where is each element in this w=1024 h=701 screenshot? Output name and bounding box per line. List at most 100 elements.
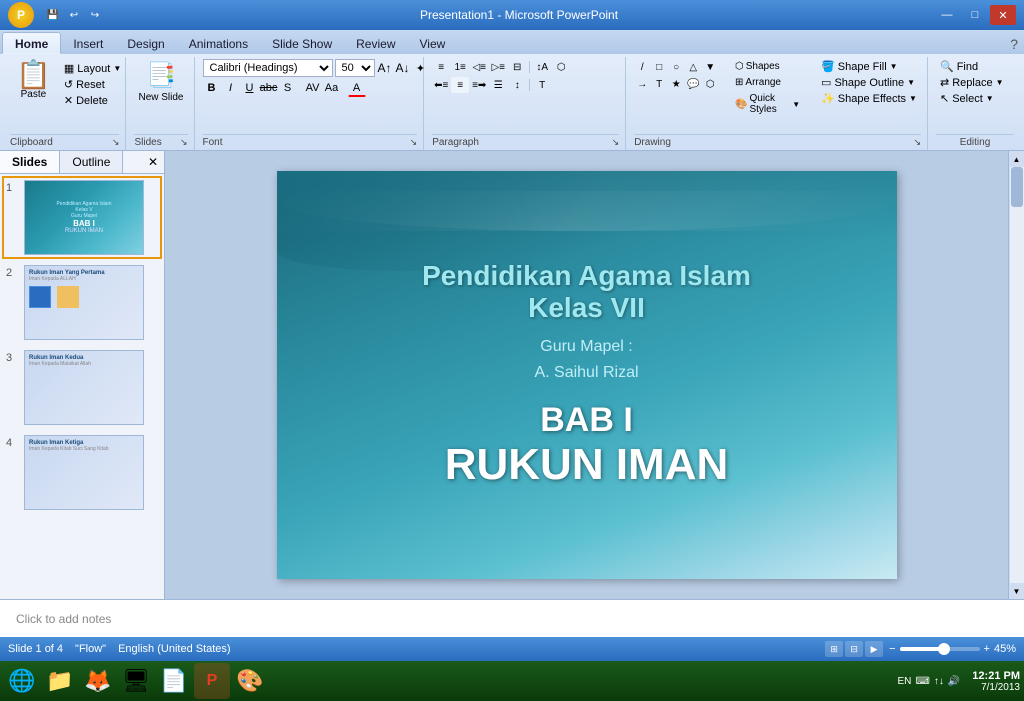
reset-button[interactable]: ↺ Reset [60, 77, 125, 92]
underline-button[interactable]: U [241, 79, 259, 97]
text-direction-button[interactable]: ↕A [533, 59, 551, 75]
shape-callout[interactable]: 💬 [685, 76, 701, 92]
convert-smartart-button[interactable]: ⬡ [552, 59, 570, 75]
tab-outline[interactable]: Outline [60, 151, 123, 173]
slide-thumb-3[interactable]: 3 Rukun Iman Kedua Iman Kepada Malaikat … [4, 348, 160, 427]
tab-slideshow[interactable]: Slide Show [260, 32, 344, 54]
change-case-button[interactable]: Aa [323, 79, 341, 97]
slide-bab[interactable]: BAB I [540, 401, 633, 440]
text-shadow-para-button[interactable]: T [533, 77, 551, 93]
shadow-button[interactable]: S [279, 79, 297, 97]
delete-button[interactable]: ✕ Delete [60, 93, 125, 108]
slide-title2[interactable]: Kelas VII [528, 292, 645, 324]
slide-thumb-2[interactable]: 2 Rukun Iman Yang Pertama Iman Kepada AL… [4, 263, 160, 342]
italic-button[interactable]: I [222, 79, 240, 97]
shape-circle[interactable]: ○ [668, 59, 684, 75]
font-color-button[interactable]: A [348, 79, 366, 97]
scroll-up-button[interactable]: ▲ [1010, 151, 1024, 167]
decrease-indent-button[interactable]: ◁≡ [470, 59, 488, 75]
slide-canvas[interactable]: Pendidikan Agama Islam Kelas VII Guru Ma… [277, 171, 897, 579]
shape-rect[interactable]: □ [651, 59, 667, 75]
char-spacing-button[interactable]: AV [304, 79, 322, 97]
taskbar-powerpoint-icon[interactable]: P [194, 663, 230, 699]
close-button[interactable]: ✕ [990, 5, 1016, 25]
slide-info[interactable]: Guru Mapel : A. Saihul Rizal [534, 334, 638, 385]
notes-area[interactable]: Click to add notes [0, 599, 1024, 637]
paste-button[interactable]: 📋 Paste [10, 59, 57, 102]
align-right-button[interactable]: ≡➡ [470, 77, 488, 93]
tab-review[interactable]: Review [344, 32, 407, 54]
tab-design[interactable]: Design [115, 32, 176, 54]
tab-animations[interactable]: Animations [177, 32, 260, 54]
drawing-expand[interactable]: ↘ [913, 137, 921, 148]
clipboard-expand[interactable]: ↘ [112, 137, 120, 148]
slides-expand[interactable]: ↘ [180, 137, 188, 148]
select-button[interactable]: ↖ Select ▼ [936, 91, 1008, 106]
shape-more[interactable]: ▼ [702, 59, 718, 75]
minimize-button[interactable]: — [934, 5, 960, 25]
taskbar-word-icon[interactable]: 📄 [156, 663, 192, 699]
slide-title1[interactable]: Pendidikan Agama Islam [422, 260, 751, 292]
taskbar-firefox-icon[interactable]: 🦊 [80, 663, 116, 699]
numbered-list-button[interactable]: 1≡ [451, 59, 469, 75]
font-name-select[interactable]: Calibri (Headings) [203, 59, 333, 77]
justify-button[interactable]: ☰ [489, 77, 507, 93]
tab-slides[interactable]: Slides [0, 151, 60, 173]
maximize-button[interactable]: □ [962, 5, 988, 25]
shape-more2[interactable]: ⬡ [702, 76, 718, 92]
scroll-track[interactable] [1010, 167, 1024, 583]
taskbar-explorer-icon[interactable]: 📁 [42, 663, 78, 699]
slideshow-button[interactable]: ▶ [865, 641, 883, 657]
tab-view[interactable]: View [408, 32, 458, 54]
shape-arrow[interactable]: → [634, 76, 650, 92]
arrange-button[interactable]: ⊞ Arrange [731, 75, 804, 90]
zoom-out-button[interactable]: − [889, 643, 895, 655]
scroll-down-button[interactable]: ▼ [1010, 583, 1024, 599]
normal-view-button[interactable]: ⊞ [825, 641, 843, 657]
quick-styles-button[interactable]: 🎨 Quick Styles ▼ [731, 91, 804, 117]
slide-sorter-button[interactable]: ⊟ [845, 641, 863, 657]
align-center-button[interactable]: ≡ [451, 77, 469, 93]
scroll-thumb[interactable] [1011, 167, 1023, 207]
font-size-decrease-button[interactable]: A↓ [395, 59, 411, 77]
office-button[interactable]: P [8, 2, 34, 28]
layout-button[interactable]: ▦ Layout ▼ [60, 61, 125, 76]
line-spacing-button[interactable]: ↕ [508, 77, 526, 93]
shape-fill-button[interactable]: 🪣 Shape Fill ▼ [817, 59, 921, 74]
zoom-in-button[interactable]: + [984, 643, 990, 655]
slide-thumb-4[interactable]: 4 Rukun Iman Ketiga Iman Kepada Kitab Su… [4, 433, 160, 512]
taskbar-system-icon[interactable]: 🖥 [118, 663, 154, 699]
font-size-increase-button[interactable]: A↑ [377, 59, 393, 77]
find-button[interactable]: 🔍 Find [936, 59, 1008, 74]
columns-button[interactable]: ⊟ [508, 59, 526, 75]
tab-home[interactable]: Home [2, 32, 61, 54]
taskbar-paint-icon[interactable]: 🎨 [232, 663, 268, 699]
taskbar-ie-icon[interactable]: 🌐 [4, 663, 40, 699]
new-slide-button[interactable]: 📑 New Slide [134, 59, 187, 105]
strikethrough-button[interactable]: abc [260, 79, 278, 97]
align-left-button[interactable]: ⬅≡ [432, 77, 450, 93]
shape-line[interactable]: / [634, 59, 650, 75]
zoom-slider-track[interactable] [900, 647, 980, 651]
replace-button[interactable]: ⇄ Replace ▼ [936, 75, 1008, 90]
shape-textbox[interactable]: T [651, 76, 667, 92]
tab-insert[interactable]: Insert [61, 32, 115, 54]
font-expand[interactable]: ↘ [410, 137, 418, 148]
help-button[interactable]: ? [1004, 34, 1024, 54]
shape-triangle[interactable]: △ [685, 59, 701, 75]
paragraph-expand[interactable]: ↘ [612, 137, 620, 148]
bold-button[interactable]: B [203, 79, 221, 97]
font-size-select[interactable]: 50 [335, 59, 375, 77]
save-button[interactable]: 💾 [44, 6, 62, 24]
shape-outline-button[interactable]: ▭ Shape Outline ▼ [817, 75, 921, 90]
zoom-slider-thumb[interactable] [938, 643, 950, 655]
shape-effects-button[interactable]: ✨ Shape Effects ▼ [817, 91, 921, 106]
slide-thumb-1[interactable]: 1 Pendidikan Agama Islam Kelas V Guru Ma… [4, 178, 160, 257]
redo-button[interactable]: ↪ [86, 6, 104, 24]
panel-close-button[interactable]: ✕ [142, 151, 164, 173]
slide-rukun[interactable]: RUKUN IMAN [445, 440, 729, 490]
undo-button[interactable]: ↩ [65, 6, 83, 24]
shape-star[interactable]: ★ [668, 76, 684, 92]
increase-indent-button[interactable]: ▷≡ [489, 59, 507, 75]
bullet-list-button[interactable]: ≡ [432, 59, 450, 75]
